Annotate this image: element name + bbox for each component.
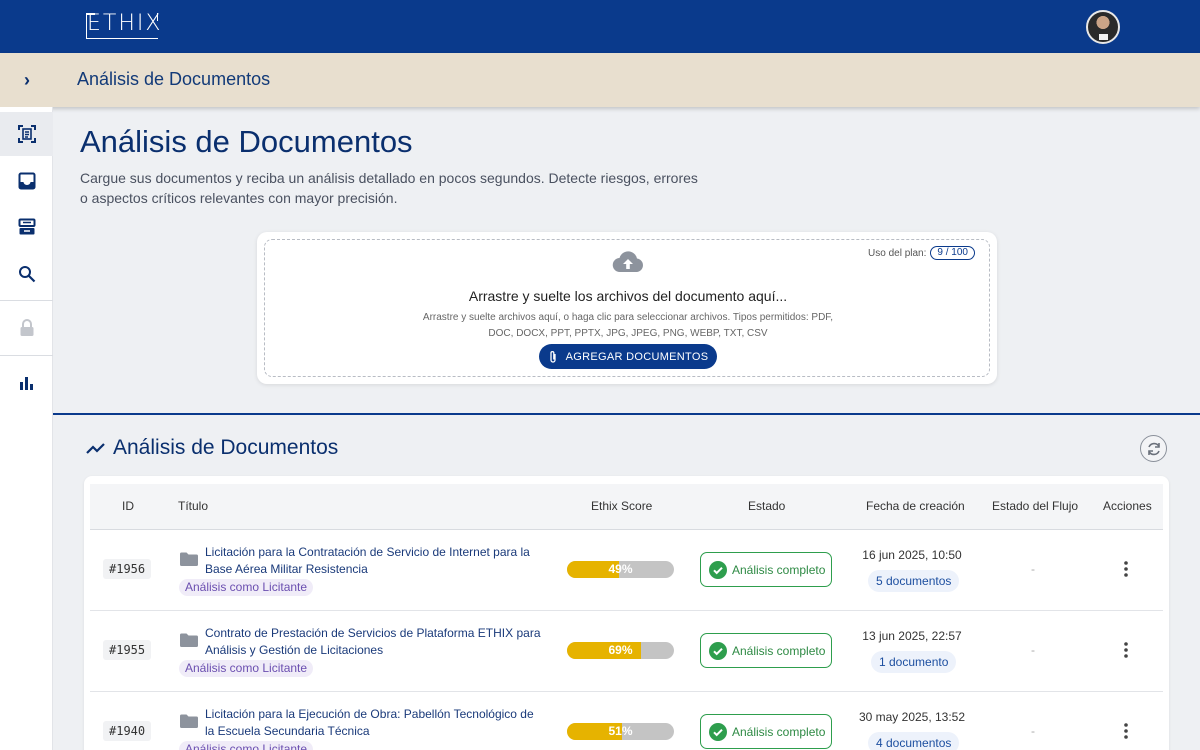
- ethix-score-bar: 51%: [567, 723, 674, 740]
- dropzone-title: Arrastre y suelte los archivos del docum…: [468, 288, 788, 304]
- row-title-link[interactable]: Licitación para la Contratación de Servi…: [205, 544, 545, 578]
- top-bar: ETHIX: [0, 0, 1200, 53]
- table-row[interactable]: #1955 Contrato de Prestación de Servicio…: [90, 611, 1163, 692]
- sidebar-item-document-analysis[interactable]: [0, 112, 53, 156]
- user-avatar[interactable]: [1086, 10, 1120, 44]
- flow-status: -: [1031, 562, 1035, 576]
- refresh-button[interactable]: [1140, 435, 1167, 462]
- add-documents-label: AGREGAR DOCUMENTOS: [565, 350, 709, 363]
- section-divider: [53, 413, 1200, 415]
- page-description: Cargue sus documentos y reciba un anális…: [80, 170, 698, 206]
- section-title: Análisis de Documentos: [113, 436, 339, 459]
- row-id: #1940: [103, 721, 152, 741]
- sidebar-item-reports[interactable]: [0, 361, 53, 405]
- inbox-stack-icon: [18, 218, 35, 235]
- status-badge: Análisis completo: [700, 633, 832, 668]
- plan-usage: Uso del plan: 9 / 100: [868, 246, 975, 260]
- ethix-score-value: 49%: [608, 562, 633, 576]
- flow-status: -: [1031, 643, 1035, 657]
- paperclip-icon: [549, 350, 556, 363]
- status-label: Análisis completo: [732, 562, 826, 577]
- column-header-score[interactable]: Ethix Score: [591, 499, 652, 513]
- status-label: Análisis completo: [732, 724, 826, 739]
- sidebar: [0, 107, 53, 750]
- upload-card: Uso del plan: 9 / 100 Arrastre y suelte …: [257, 232, 997, 384]
- folder-icon: [180, 633, 198, 647]
- ethix-logo[interactable]: ETHIX: [86, 11, 163, 39]
- analysis-type-badge: Análisis como Licitante: [179, 660, 314, 677]
- created-date: 16 jun 2025, 10:50: [862, 548, 962, 562]
- cloud-upload-icon: [612, 251, 643, 273]
- trending-up-icon: [86, 443, 105, 454]
- lock-icon: [20, 319, 33, 336]
- row-title-link[interactable]: Contrato de Prestación de Servicios de P…: [205, 625, 545, 659]
- column-header-flow[interactable]: Estado del Flujo: [992, 499, 1078, 513]
- documents-count-chip[interactable]: 1 documento: [871, 651, 957, 673]
- add-documents-button[interactable]: AGREGAR DOCUMENTOS: [539, 344, 717, 369]
- row-id: #1955: [103, 640, 152, 660]
- ethix-score-value: 51%: [608, 724, 633, 738]
- analysis-table: ID Título Ethix Score Estado Fecha de cr…: [84, 476, 1169, 750]
- sidebar-divider: [0, 300, 53, 301]
- status-badge: Análisis completo: [700, 552, 832, 587]
- row-title-link[interactable]: Licitación para la Ejecución de Obra: Pa…: [205, 706, 545, 740]
- inbox-icon: [18, 172, 35, 190]
- check-circle-icon: [709, 641, 727, 660]
- flow-status: -: [1031, 724, 1035, 738]
- row-id: #1956: [103, 559, 152, 579]
- folder-icon: [180, 552, 198, 566]
- sidebar-item-search[interactable]: [0, 252, 53, 296]
- created-date: 13 jun 2025, 22:57: [862, 629, 962, 643]
- sidebar-item-locked: [0, 306, 53, 350]
- ethix-score-value: 69%: [608, 643, 633, 657]
- page-title: Análisis de Documentos: [80, 124, 413, 159]
- more-vert-icon[interactable]: [1120, 641, 1132, 659]
- column-header-id[interactable]: ID: [122, 499, 134, 513]
- plan-usage-badge: 9 / 100: [930, 246, 975, 260]
- created-date: 30 may 2025, 13:52: [858, 710, 966, 724]
- sidebar-divider: [0, 355, 53, 356]
- table-row[interactable]: #1956 Licitación para la Contratación de…: [90, 530, 1163, 611]
- more-vert-icon[interactable]: [1120, 560, 1132, 578]
- logo-text: ETHIX: [87, 11, 163, 36]
- documents-count-chip[interactable]: 5 documentos: [868, 570, 960, 592]
- folder-icon: [180, 714, 198, 728]
- table-header: ID Título Ethix Score Estado Fecha de cr…: [90, 484, 1163, 530]
- column-header-actions: Acciones: [1103, 499, 1152, 513]
- sidebar-item-inbox[interactable]: [0, 159, 53, 203]
- table-row[interactable]: #1940 Licitación para la Ejecución de Ob…: [90, 692, 1163, 750]
- file-dropzone[interactable]: Uso del plan: 9 / 100 Arrastre y suelte …: [264, 239, 990, 377]
- refresh-icon: [1147, 442, 1160, 455]
- dropzone-subtitle: Arrastre y suelte archivos aquí, o haga …: [422, 312, 834, 339]
- sidebar-expand-chevron-icon[interactable]: ›: [14, 67, 40, 93]
- document-scan-icon: [17, 125, 36, 143]
- check-circle-icon: [709, 560, 727, 579]
- ethix-score-bar: 49%: [567, 561, 674, 578]
- status-label: Análisis completo: [732, 643, 826, 658]
- status-badge: Análisis completo: [700, 714, 832, 749]
- ethix-score-bar: 69%: [567, 642, 674, 659]
- bar-chart-icon: [19, 377, 33, 390]
- search-icon: [18, 266, 35, 283]
- more-vert-icon[interactable]: [1120, 722, 1132, 740]
- sidebar-item-inbox-stack[interactable]: [0, 205, 53, 249]
- analysis-type-badge: Análisis como Licitante: [179, 741, 314, 750]
- column-header-created[interactable]: Fecha de creación: [866, 499, 965, 513]
- column-header-title[interactable]: Título: [178, 499, 208, 513]
- documents-count-chip[interactable]: 4 documentos: [868, 732, 960, 750]
- breadcrumb-bar: › Análisis de Documentos: [0, 53, 1200, 107]
- plan-usage-label: Uso del plan:: [868, 247, 927, 259]
- check-circle-icon: [709, 722, 727, 741]
- breadcrumb-title: Análisis de Documentos: [77, 69, 271, 89]
- column-header-status[interactable]: Estado: [748, 499, 785, 513]
- analysis-type-badge: Análisis como Licitante: [179, 579, 314, 596]
